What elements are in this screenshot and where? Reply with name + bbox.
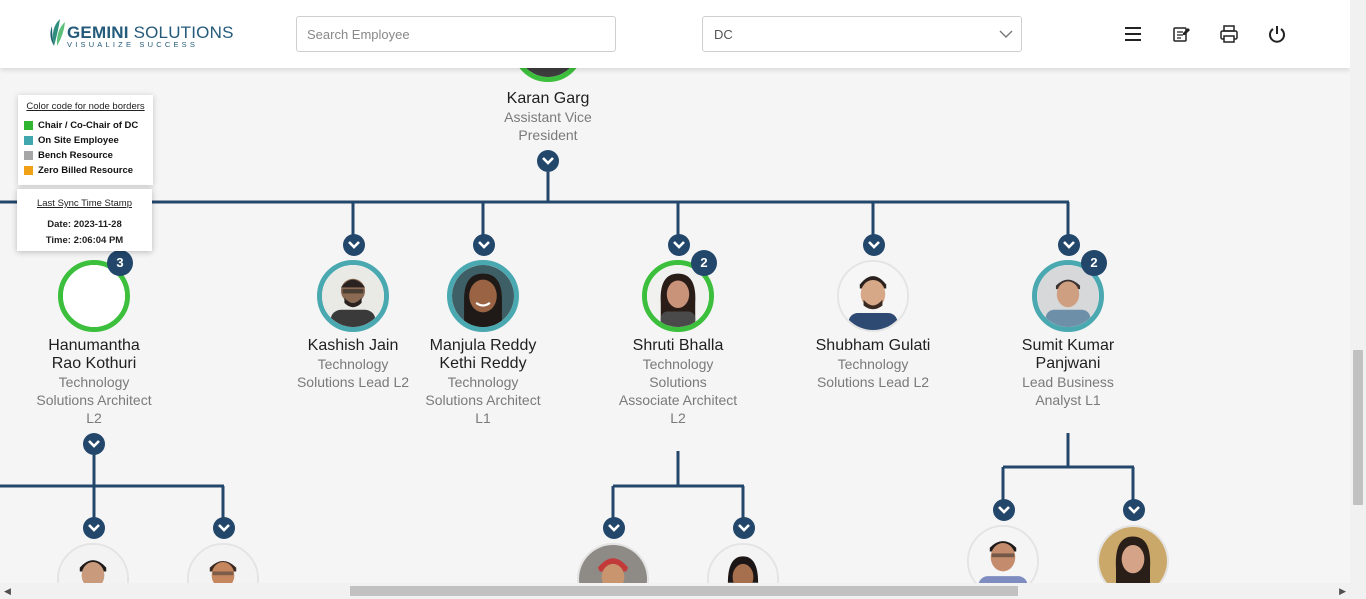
employee-title: Technology — [58, 374, 130, 390]
chevron-down-icon — [218, 524, 230, 532]
employee-title: Analyst L1 — [1035, 392, 1101, 408]
chevron-down-icon — [88, 440, 100, 448]
employee-photo[interactable] — [837, 260, 909, 332]
legend-title: Color code for node borders — [26, 101, 145, 112]
employee-name: Sumit Kumar — [1021, 337, 1115, 354]
employee-name: Panjwani — [1035, 355, 1101, 372]
company-logo[interactable]: GEMINI SOLUTIONS VISUALIZE SUCCESS — [48, 18, 233, 52]
legend-swatch — [24, 121, 33, 130]
legend-swatch — [24, 166, 33, 175]
legend-item: On Site Employee — [24, 133, 147, 148]
expand-toggle-button[interactable] — [83, 433, 105, 455]
expand-toggle-button[interactable] — [1058, 234, 1080, 256]
top-header: GEMINI SOLUTIONS VISUALIZE SUCCESS DC — [0, 0, 1350, 68]
menu-icon[interactable] — [1123, 24, 1143, 44]
employee-name: Manjula Reddy — [429, 337, 537, 354]
logo-tagline: VISUALIZE SUCCESS — [67, 40, 199, 49]
leaf-logo-icon — [50, 19, 65, 46]
scroll-left-arrow-icon[interactable]: ◀ — [4, 586, 11, 597]
expand-toggle-button[interactable] — [733, 517, 755, 539]
employee-name: Karan Garg — [506, 90, 590, 107]
employee-title: Lead Business — [1022, 374, 1114, 390]
chevron-down-icon — [542, 157, 554, 165]
expand-toggle-button[interactable] — [668, 234, 690, 256]
expand-toggle-button[interactable] — [343, 234, 365, 256]
employee-name: Rao Kothuri — [51, 355, 137, 372]
print-icon[interactable] — [1219, 24, 1239, 44]
employee-title: Solutions Architect — [425, 392, 541, 408]
expand-toggle-button[interactable] — [537, 150, 559, 172]
chevron-down-icon — [1063, 241, 1075, 249]
department-select-value: DC — [714, 27, 733, 42]
legend-swatch — [24, 151, 33, 160]
expand-toggle-button[interactable] — [993, 499, 1015, 521]
chevron-down-icon — [1128, 506, 1140, 514]
expand-toggle-button[interactable] — [863, 234, 885, 256]
employee-title: L2 — [86, 410, 102, 426]
legend-item: Bench Resource — [24, 148, 147, 163]
legend-item: Chair / Co-Chair of DC — [24, 118, 147, 133]
notes-icon[interactable] — [1171, 24, 1191, 44]
sync-timestamp-card: Last Sync Time Stamp Date: 2023-11-28 Ti… — [17, 189, 152, 251]
chevron-down-icon — [608, 524, 620, 532]
horizontal-scroll-thumb[interactable] — [350, 586, 1018, 596]
employee-title: Solutions — [649, 374, 707, 390]
sync-date: Date: 2023-11-28 — [47, 219, 122, 230]
chevron-down-icon — [478, 241, 490, 249]
employee-title: Technology — [447, 374, 519, 390]
employee-search-input[interactable] — [296, 16, 616, 52]
employee-photo[interactable] — [447, 260, 519, 332]
legend-label: Zero Billed Resource — [38, 165, 134, 176]
employee-name: Hanumantha — [48, 337, 140, 354]
org-chart: Karan Garg Assistant Vice President 3 Ha… — [0, 0, 1350, 583]
sync-time: Time: 2:06:04 PM — [45, 235, 124, 246]
legend-label: Bench Resource — [38, 150, 113, 161]
employee-title: Technology — [837, 356, 909, 372]
legend-item: Zero Billed Resource — [24, 163, 147, 178]
employee-name: Kethi Reddy — [439, 355, 527, 372]
employee-title: L2 — [670, 410, 686, 426]
employee-photo-graphic — [452, 265, 514, 327]
employee-photo-graphic — [969, 527, 1037, 583]
chevron-down-icon — [738, 524, 750, 532]
chevron-down-icon — [88, 524, 100, 532]
expand-toggle-button[interactable] — [83, 517, 105, 539]
chevron-down-icon — [998, 506, 1010, 514]
chevron-down-icon — [673, 241, 685, 249]
horizontal-scrollbar[interactable]: ◀ ▶ — [0, 583, 1366, 599]
employee-title: President — [518, 127, 578, 143]
vertical-scroll-thumb[interactable] — [1353, 350, 1363, 505]
department-select[interactable]: DC — [702, 16, 1022, 52]
direct-reports-badge: 3 — [107, 250, 133, 276]
chevron-down-icon — [868, 241, 880, 249]
direct-reports-badge: 2 — [1081, 250, 1107, 276]
chevron-down-icon — [999, 30, 1013, 38]
power-icon[interactable] — [1267, 24, 1287, 44]
expand-toggle-button[interactable] — [603, 517, 625, 539]
expand-toggle-button[interactable] — [1123, 499, 1145, 521]
employee-title: Solutions Architect — [36, 392, 152, 408]
employee-name: Shubham Gulati — [815, 337, 931, 354]
employee-title: Assistant Vice — [504, 109, 592, 125]
employee-name: Shruti Bhalla — [632, 337, 724, 354]
direct-reports-badge: 2 — [691, 250, 717, 276]
employee-photo[interactable] — [317, 260, 389, 332]
expand-toggle-button[interactable] — [213, 517, 235, 539]
border-color-legend: Color code for node borders Chair / Co-C… — [18, 95, 153, 185]
employee-photo-graphic — [322, 265, 384, 327]
scroll-right-arrow-icon[interactable]: ▶ — [1339, 586, 1346, 597]
employee-title: Associate Architect — [618, 392, 738, 408]
employee-title: L1 — [475, 410, 491, 426]
employee-title: Solutions Lead L2 — [816, 374, 930, 390]
sync-title: Last Sync Time Stamp — [36, 198, 133, 209]
legend-swatch — [24, 136, 33, 145]
employee-photo-graphic — [839, 262, 907, 330]
employee-title: Technology — [642, 356, 714, 372]
expand-toggle-button[interactable] — [473, 234, 495, 256]
vertical-scrollbar[interactable] — [1350, 0, 1366, 583]
employee-photo-graphic — [1099, 527, 1167, 583]
legend-label: Chair / Co-Chair of DC — [38, 120, 139, 131]
chevron-down-icon — [348, 241, 360, 249]
legend-label: On Site Employee — [38, 135, 119, 146]
